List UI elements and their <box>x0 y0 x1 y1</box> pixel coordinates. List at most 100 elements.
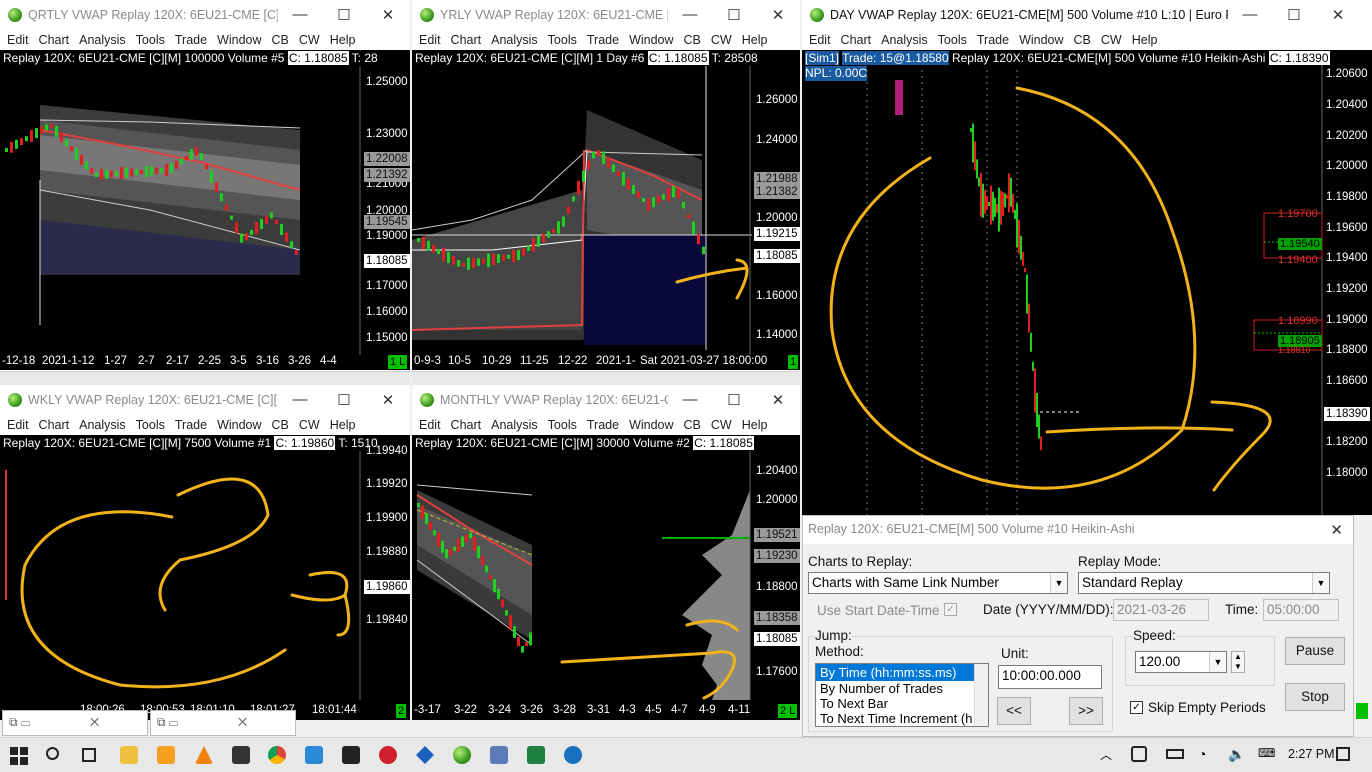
minimize-button[interactable]: — <box>668 391 712 409</box>
menu-edit[interactable]: Edit <box>809 33 831 47</box>
menu-tools[interactable]: Tools <box>136 418 165 432</box>
date-field[interactable]: 2021-03-26 <box>1113 599 1209 621</box>
menu-analysis[interactable]: Analysis <box>79 33 126 47</box>
close-button[interactable]: ✕ <box>366 6 410 24</box>
notification-shield-icon[interactable] <box>1131 746 1147 762</box>
menu-cb[interactable]: CB <box>1074 33 1091 47</box>
yrly-chart-area[interactable]: Replay 120X: 6EU21-CME [C][M] 1 Day #6 C… <box>412 50 800 370</box>
menu-cb[interactable]: CB <box>684 418 701 432</box>
menu-tools[interactable]: Tools <box>136 33 165 47</box>
order-buy-limit[interactable]: 1.19400 <box>1278 254 1318 266</box>
menu-help[interactable]: Help <box>742 33 768 47</box>
monthly-titlebar[interactable]: MONTHLY VWAP Replay 120X: 6EU21-C... — ☐ ✕ <box>412 385 800 415</box>
maximize-button[interactable]: ☐ <box>322 6 366 24</box>
day-titlebar[interactable]: DAY VWAP Replay 120X: 6EU21-CME[M] 500 V… <box>802 0 1372 30</box>
menu-chart[interactable]: Chart <box>451 33 482 47</box>
wkly-chart-area[interactable]: Replay 120X: 6EU21-CME [C][M] 7500 Volum… <box>0 435 410 720</box>
minimize-button[interactable]: — <box>1228 6 1272 24</box>
unit-field[interactable]: 10:00:00.000 <box>998 665 1102 689</box>
maximize-button[interactable]: ☐ <box>712 391 756 409</box>
menu-trade[interactable]: Trade <box>587 33 619 47</box>
menu-cw[interactable]: CW <box>711 418 732 432</box>
close-button[interactable]: ✕ <box>756 6 800 24</box>
browser-icon[interactable] <box>564 746 582 764</box>
order-sell-stop[interactable]: 1.19700 <box>1278 208 1318 220</box>
volume-icon[interactable]: 🔈 <box>1228 746 1245 763</box>
menu-chart[interactable]: Chart <box>841 33 872 47</box>
stop-button[interactable]: Stop <box>1285 683 1345 711</box>
menu-tools[interactable]: Tools <box>938 33 967 47</box>
day-chart-area[interactable]: [Sim1] Trade: 15@1.18580 Replay 120X: 6E… <box>802 50 1372 515</box>
menu-trade[interactable]: Trade <box>587 418 619 432</box>
speed-spinner[interactable]: ▲ ▼ <box>1231 651 1245 673</box>
notes-app-icon[interactable] <box>490 746 508 764</box>
order-target[interactable]: 1.18990 <box>1278 315 1318 327</box>
excel-icon[interactable] <box>527 746 545 764</box>
menu-edit[interactable]: Edit <box>7 418 29 432</box>
menu-cw[interactable]: CW <box>711 33 732 47</box>
menu-window[interactable]: Window <box>217 33 261 47</box>
qrtly-link-badge[interactable]: 1 L <box>388 355 408 369</box>
menu-analysis[interactable]: Analysis <box>491 418 538 432</box>
menu-analysis[interactable]: Analysis <box>491 33 538 47</box>
yrly-titlebar[interactable]: YRLY VWAP Replay 120X: 6EU21-CME [C... —… <box>412 0 800 30</box>
photos-icon[interactable] <box>305 746 323 764</box>
minimize-button[interactable]: — <box>278 391 322 409</box>
minimize-button[interactable]: — <box>278 6 322 24</box>
menu-help[interactable]: Help <box>330 418 356 432</box>
menu-help[interactable]: Help <box>330 33 356 47</box>
order-position[interactable]: 1.19540 <box>1278 238 1322 250</box>
wifi-icon[interactable]: ◔ <box>1198 746 1206 762</box>
jump-back-button[interactable]: << <box>997 697 1031 725</box>
sierra-chart-icon[interactable] <box>453 746 471 764</box>
speed-select[interactable]: 120.00 ▼ <box>1135 651 1227 673</box>
maximize-button[interactable]: ☐ <box>712 6 756 24</box>
qrtly-titlebar[interactable]: QRTLY VWAP Replay 120X: 6EU21-CME [C][..… <box>0 0 410 30</box>
method-option[interactable]: To Next Bar <box>816 696 988 711</box>
method-option[interactable]: To Next Time Increment (h <box>816 711 988 726</box>
jump-forward-button[interactable]: >> <box>1069 697 1103 725</box>
windows-start-icon[interactable] <box>10 747 28 765</box>
menu-cb[interactable]: CB <box>272 33 289 47</box>
charts-to-replay-select[interactable]: Charts with Same Link Number ▼ <box>808 572 1068 594</box>
menu-edit[interactable]: Edit <box>7 33 29 47</box>
method-option[interactable]: By Time (hh:mm:ss.ms) <box>816 664 988 681</box>
replay-dialog-title[interactable]: Replay 120X: 6EU21-CME[M] 500 Volume #10… <box>803 516 1353 544</box>
minimized-window-2[interactable]: ⧉ ▭ ✕ <box>150 710 296 736</box>
skip-empty-periods-checkbox[interactable]: ✓ <box>1130 701 1143 714</box>
search-icon[interactable] <box>46 747 59 760</box>
minimized-window-1[interactable]: ⧉ ▭ ✕ <box>2 710 148 736</box>
menu-window[interactable]: Window <box>1019 33 1063 47</box>
menu-chart[interactable]: Chart <box>39 33 70 47</box>
chevron-up-icon[interactable]: ︿ <box>1100 746 1112 763</box>
stock-app-icon[interactable] <box>342 746 360 764</box>
media-player-icon[interactable] <box>157 746 175 764</box>
menu-help[interactable]: Help <box>1132 33 1158 47</box>
menu-window[interactable]: Window <box>217 418 261 432</box>
menu-cb[interactable]: CB <box>684 33 701 47</box>
maximize-button[interactable]: ☐ <box>322 391 366 409</box>
action-center-icon[interactable] <box>1336 747 1350 761</box>
close-button[interactable]: ✕ <box>756 391 800 409</box>
method-list-scrollbar[interactable] <box>974 664 988 726</box>
use-start-datetime-checkbox[interactable]: ✓ <box>944 603 957 616</box>
jump-method-list[interactable]: By Time (hh:mm:ss.ms) By Number of Trade… <box>815 663 989 727</box>
wkly-link-badge[interactable]: 2 <box>396 704 407 718</box>
menu-trade[interactable]: Trade <box>977 33 1009 47</box>
menu-trade[interactable]: Trade <box>175 33 207 47</box>
close-button[interactable]: ✕ <box>1316 6 1360 24</box>
pdf-app-icon[interactable] <box>379 746 397 764</box>
vlc-icon[interactable] <box>195 746 213 764</box>
time-field[interactable]: 05:00:00 <box>1263 599 1339 621</box>
yrly-scrollbar[interactable] <box>412 371 800 385</box>
maximize-button[interactable]: ☐ <box>1272 6 1316 24</box>
method-option[interactable]: By Number of Trades <box>816 681 988 696</box>
qrtly-scrollbar[interactable] <box>0 371 410 385</box>
menu-cw[interactable]: CW <box>299 33 320 47</box>
menu-edit[interactable]: Edit <box>419 418 441 432</box>
pause-button[interactable]: Pause <box>1285 637 1345 665</box>
yrly-link-badge[interactable]: 1 <box>788 355 799 369</box>
clock[interactable]: 2:27 PM <box>1288 747 1335 761</box>
battery-icon[interactable] <box>1166 749 1184 759</box>
wkly-titlebar[interactable]: WKLY VWAP Replay 120X: 6EU21-CME [C][M..… <box>0 385 410 415</box>
